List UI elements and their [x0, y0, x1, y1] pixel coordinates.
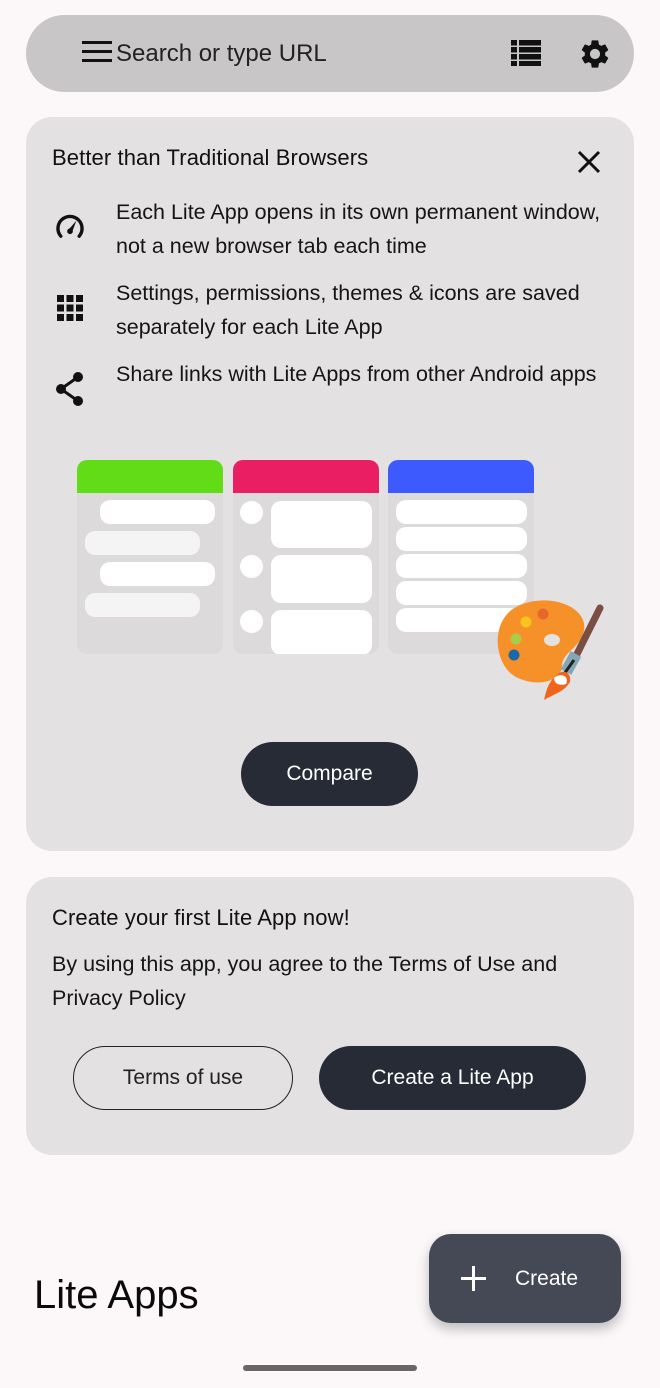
settings-button[interactable] — [574, 33, 616, 75]
create-card-description: By using this app, you agree to the Term… — [52, 952, 558, 1010]
placeholder-bar — [85, 531, 200, 555]
illustration-panel-green — [77, 460, 223, 654]
close-icon — [577, 150, 601, 174]
lite-apps-illustration — [76, 460, 606, 705]
features-card-title: Better than Traditional Browsers — [52, 145, 369, 170]
panel-header — [388, 460, 534, 493]
speedometer-icon — [52, 209, 88, 245]
close-button[interactable] — [574, 147, 604, 177]
grid-apps-icon — [52, 290, 88, 326]
create-fab-label: Create — [515, 1266, 579, 1290]
list-view-icon — [511, 40, 541, 66]
compare-button[interactable]: Compare — [241, 742, 418, 806]
placeholder-dot — [240, 555, 263, 578]
panel-header — [233, 460, 379, 493]
placeholder-bar — [100, 500, 215, 524]
menu-button[interactable] — [68, 41, 112, 67]
artist-palette-icon — [497, 600, 604, 700]
features-card: Better than Traditional Browsers Each Li… — [26, 117, 634, 851]
placeholder-bar — [100, 562, 215, 586]
gesture-navigation-handle[interactable] — [243, 1365, 417, 1371]
create-fab[interactable]: Create — [429, 1234, 621, 1323]
placeholder-bar — [396, 527, 527, 551]
list-view-button[interactable] — [506, 35, 546, 71]
feature-text: Share links with Lite Apps from other An… — [116, 362, 597, 386]
feature-text: Settings, permissions, themes & icons ar… — [116, 281, 580, 339]
placeholder-dot — [240, 610, 263, 633]
search-input[interactable] — [116, 33, 476, 75]
create-lite-app-card: Create your first Lite App now! By using… — [26, 877, 634, 1155]
placeholder-card — [271, 610, 372, 654]
panel-header — [77, 460, 223, 493]
placeholder-dot — [240, 501, 263, 524]
placeholder-card — [271, 501, 372, 548]
placeholder-bar — [396, 500, 527, 524]
placeholder-card — [271, 555, 372, 603]
illustration-panel-pink — [233, 460, 379, 654]
terms-of-use-button[interactable]: Terms of use — [73, 1046, 293, 1110]
create-lite-app-button[interactable]: Create a Lite App — [319, 1046, 586, 1110]
create-card-title: Create your first Lite App now! — [52, 905, 350, 930]
lite-apps-heading: Lite Apps — [34, 1273, 199, 1317]
plus-icon — [459, 1264, 489, 1294]
share-icon — [52, 371, 88, 407]
placeholder-bar — [85, 593, 200, 617]
placeholder-bar — [396, 554, 527, 578]
search-bar — [26, 15, 634, 92]
feature-text: Each Lite App opens in its own permanent… — [116, 200, 601, 258]
gear-icon — [581, 40, 609, 68]
